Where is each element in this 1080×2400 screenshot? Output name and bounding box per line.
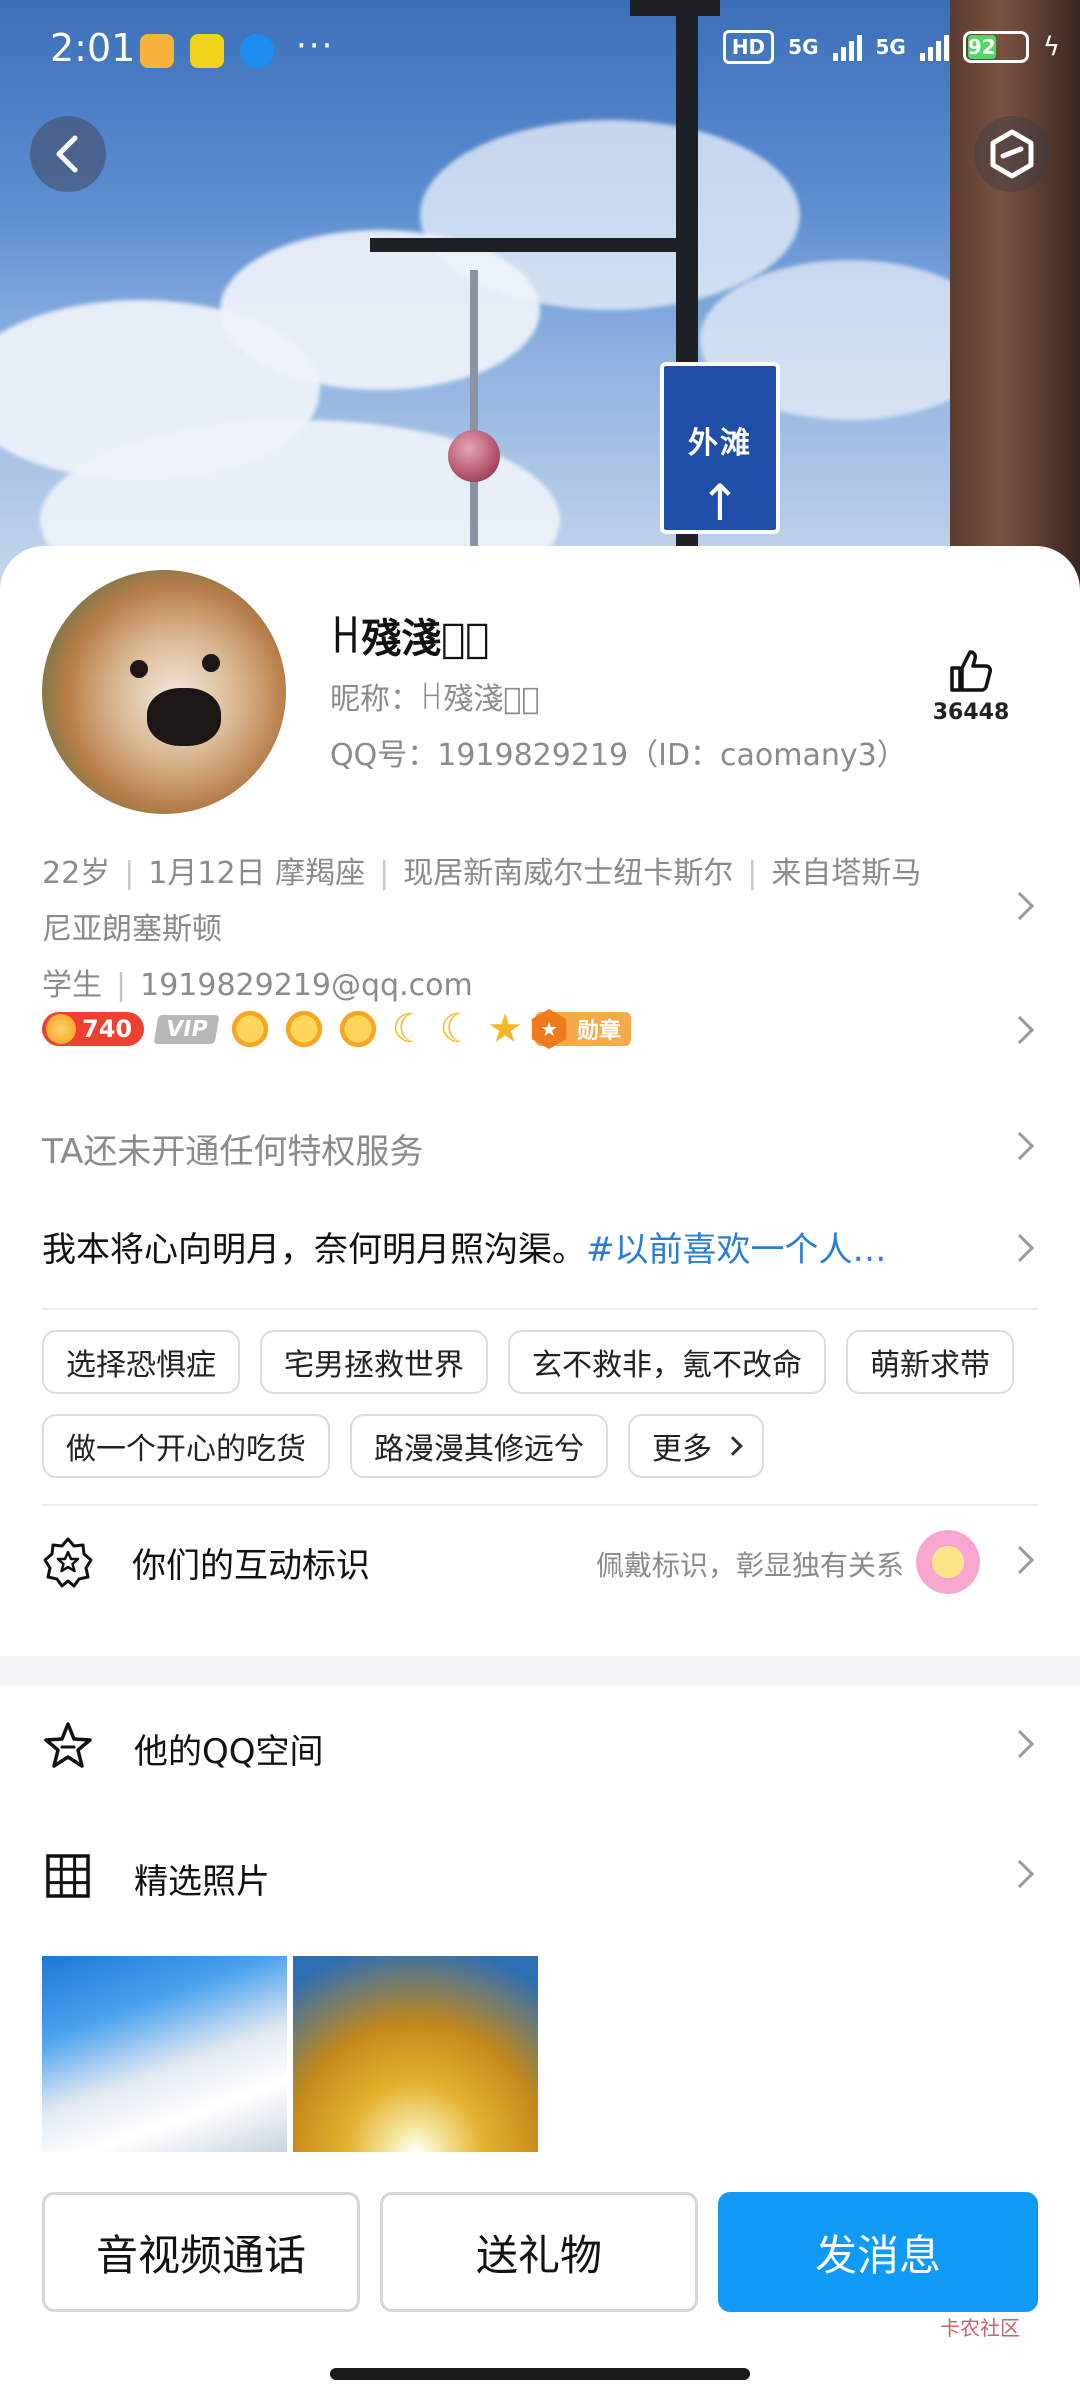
personal-signature[interactable]: 我本将心向明月，奈何明月照沟渠。#以前喜欢一个人… [42,1222,982,1271]
medal-label: 勋章 [577,1019,622,1044]
photo-thumbnail[interactable] [42,1956,287,2152]
profile-email: 1919829219@qq.com [140,968,473,1003]
sun-level-icon [337,1008,380,1050]
settings-button[interactable] [974,116,1050,192]
street-sign: 外滩 ↑ [660,362,780,534]
moon-level-icon: ☾ [439,1006,476,1052]
profile-nickname: 昵称：ꀿ殘淺ꦿ゚ [330,682,540,717]
tag-chip[interactable]: 萌新求带 [846,1330,1014,1394]
signal-icon [919,33,949,61]
status-right: HD 5G 5G 92 ϟ [722,30,1060,64]
news-app-icon [190,34,224,68]
avatar-detail [130,660,148,678]
coin-icon [46,1014,76,1044]
tower-sphere [448,430,500,482]
divider [42,1308,1038,1310]
star-level-icon: ★ [487,1006,524,1052]
tag-chip[interactable]: 路漫漫其修远兮 [350,1414,608,1478]
level-badges[interactable]: 740 VIP ☾ ☾ ★ ★ 勋章 [42,1006,632,1052]
profile-qq-number[interactable]: QQ号：1919829219（ID：caomany3） [330,730,907,774]
sun-level-icon [283,1008,326,1050]
level-number: 740 [82,1015,133,1043]
chevron-right-icon [1005,1131,1035,1161]
notes-app-icon [140,34,174,68]
send-message-button[interactable]: 发消息 [718,2192,1038,2312]
avatar-detail [147,688,221,746]
profile-birthday: 1月12日 摩羯座 [148,856,366,891]
photos-label: 精选照片 [134,1862,270,1902]
flower-mascot-icon [916,1530,980,1594]
like-count: 36448 [932,700,1010,725]
section-gap [0,1656,1080,1686]
watermark-logo: 卡农社区 [940,2316,1020,2340]
network-label-2: 5G [875,35,906,59]
vip-badge: VIP [153,1014,221,1044]
medal-icon: ★ [531,1009,567,1049]
profile-age: 22岁 [42,856,111,891]
profile-location: 现居新南威尔士纽卡斯尔 [403,856,734,891]
battery-level: 92 [967,35,996,59]
hexagon-settings-icon [990,129,1034,179]
interaction-marker-hint: 佩戴标识，彰显独有关系 [595,1549,904,1582]
more-notifications-icon: ··· [296,26,335,66]
photos-row[interactable]: 精选照片 [0,1826,1080,1926]
badge-star-icon [43,1537,93,1588]
moon-level-icon: ☾ [391,1006,428,1052]
telecom-app-icon [240,34,274,68]
photo-strip [42,1956,538,2152]
street-sign-text: 外滩 [688,426,752,461]
send-gift-button[interactable]: 送礼物 [380,2192,698,2312]
chevron-right-icon [723,1436,743,1456]
network-label-1: 5G [788,35,819,59]
qzone-row[interactable]: 他的QQ空间 [0,1696,1080,1796]
chevron-right-icon [1005,1015,1035,1045]
signal-icon [832,33,862,61]
battery-icon: 92 [962,31,1029,63]
medal-badge: ★ 勋章 [531,1009,632,1049]
thumbs-up-icon [950,650,992,692]
tag-chip[interactable]: 玄不救非，氪不改命 [508,1330,826,1394]
back-button[interactable] [30,116,106,192]
profile-info[interactable]: 22岁 | 1月12日 摩羯座 | 现居新南威尔士纽卡斯尔 | 来自塔斯马尼亚朗塞斯顿 学生… [42,846,942,1014]
grid-icon [46,1854,90,1898]
more-tags-button[interactable]: 更多 [628,1414,764,1478]
chevron-right-icon [1005,1233,1035,1263]
avatar[interactable] [42,570,286,814]
chevron-right-icon [1005,891,1035,921]
profile-occupation: 学生 [42,968,102,1003]
chevron-right-icon [1005,1729,1035,1759]
avatar-detail [202,654,220,672]
tag-chip[interactable]: 做一个开心的吃货 [42,1414,330,1478]
charging-icon: ϟ [1042,32,1060,62]
privilege-text[interactable]: TA还未开通任何特权服务 [42,1124,423,1173]
street-pole-arm [370,238,690,252]
chevron-right-icon [1005,1545,1035,1575]
qzone-label: 他的QQ空间 [134,1732,324,1772]
back-arrow-icon [56,135,78,173]
interest-tags: 选择恐惧症 宅男拯救世界 玄不救非，氪不改命 萌新求带 做一个开心的吃货 路漫漫… [42,1330,1042,1478]
more-tags-label: 更多 [652,1432,712,1467]
profile-card: ꀿ殘淺ꦿ゚ 昵称：ꀿ殘淺ꦿ゚ QQ号：1919829219（ID：caomany… [0,546,1080,2400]
tag-chip[interactable]: 选择恐惧症 [42,1330,240,1394]
status-bar: 2:01 ··· HD 5G 5G 92 ϟ [0,0,1080,100]
level-badge: 740 [42,1012,145,1046]
home-indicator[interactable] [330,2368,750,2380]
up-arrow-icon: ↑ [699,474,741,532]
interaction-marker-label: 你们的互动标识 [132,1546,370,1586]
signature-text: 我本将心向明月，奈何明月照沟渠。 [42,1230,586,1270]
star-outline-icon [44,1722,92,1768]
chevron-right-icon [1005,1859,1035,1889]
interaction-marker-row[interactable]: 你们的互动标识 佩戴标识，彰显独有关系 [0,1506,1080,1616]
profile-name: ꀿ殘淺ꦿ゚ [330,616,490,662]
clock: 2:01 [50,26,136,70]
photo-thumbnail[interactable] [293,1956,538,2152]
signature-topic-tag[interactable]: #以前喜欢一个人… [586,1230,887,1270]
action-bar: 音视频通话 送礼物 发消息 [42,2192,1038,2312]
like-button[interactable]: 36448 [926,646,1016,725]
profile-info-line-1: 22岁 | 1月12日 摩羯座 | 现居新南威尔士纽卡斯尔 | 来自塔斯马尼亚朗塞斯顿 [42,856,922,947]
hd-icon: HD [722,30,775,64]
sun-level-icon [229,1008,272,1050]
video-call-button[interactable]: 音视频通话 [42,2192,360,2312]
tag-chip[interactable]: 宅男拯救世界 [260,1330,488,1394]
